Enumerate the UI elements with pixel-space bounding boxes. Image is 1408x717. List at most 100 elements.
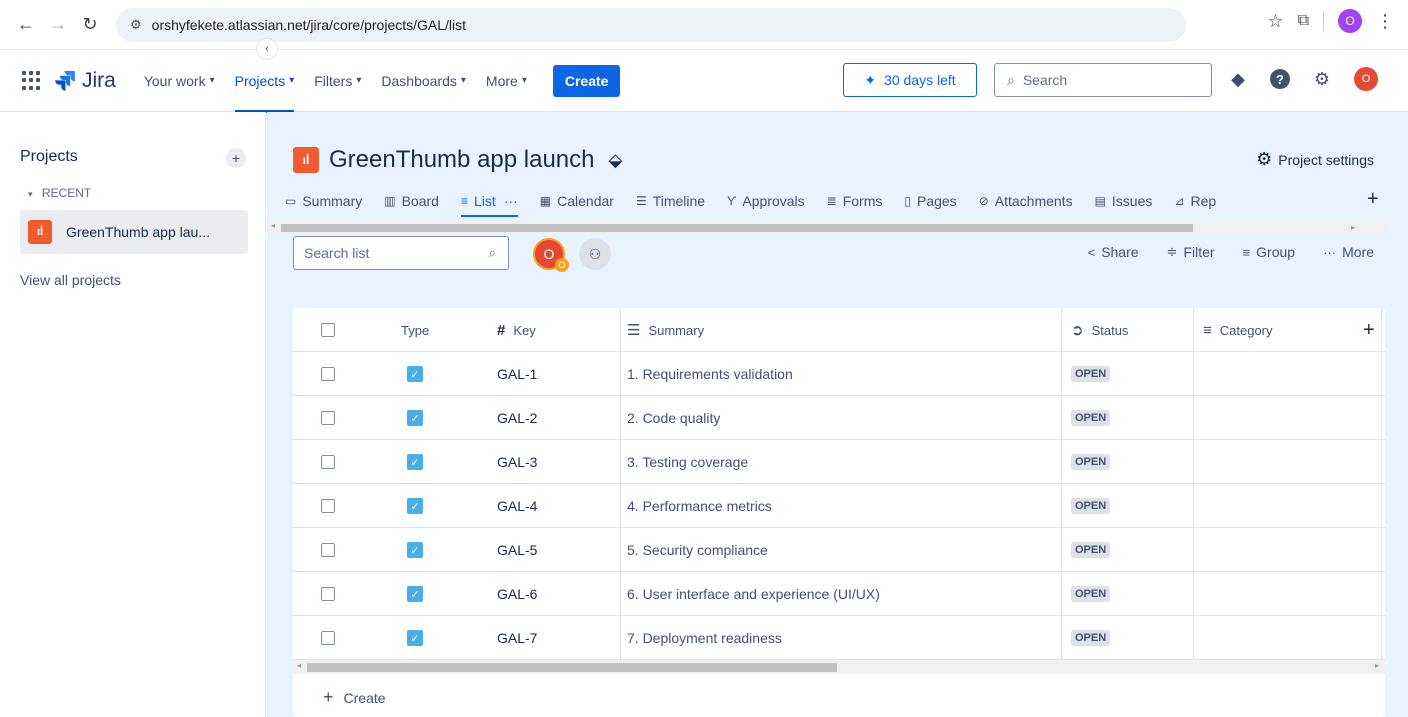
issue-key[interactable]: GAL-3 bbox=[497, 440, 537, 484]
nav-more[interactable]: More ▾ bbox=[486, 50, 527, 112]
global-search-input[interactable]: ⌕ Search bbox=[994, 63, 1212, 97]
add-column-button[interactable]: + bbox=[1363, 308, 1375, 352]
header-status[interactable]: ➲ Status bbox=[1071, 308, 1128, 352]
row-checkbox[interactable] bbox=[321, 587, 335, 601]
tab-attachments[interactable]: ⊘ Attachments bbox=[979, 193, 1073, 209]
scroll-left-icon[interactable]: ◂ bbox=[297, 661, 301, 670]
app-switcher-icon[interactable] bbox=[22, 70, 42, 91]
assignee-avatar-filter[interactable]: O O bbox=[533, 238, 569, 272]
group-button[interactable]: ≡ Group bbox=[1243, 244, 1296, 260]
table-row[interactable]: ✓ GAL-5 5. Security compliance OPEN bbox=[293, 528, 1385, 572]
issue-summary[interactable]: 6. User interface and experience (UI/UX) bbox=[627, 572, 880, 616]
table-row[interactable]: ✓ GAL-4 4. Performance metrics OPEN bbox=[293, 484, 1385, 528]
add-tab-button[interactable]: + bbox=[1367, 188, 1379, 211]
share-button[interactable]: < Share bbox=[1088, 244, 1139, 260]
view-all-projects-link[interactable]: View all projects bbox=[20, 272, 121, 288]
header-summary[interactable]: ☰ Summary bbox=[627, 308, 704, 352]
tabs-scrollbar[interactable]: ◂ ▸ bbox=[267, 221, 1387, 234]
nav-your-work[interactable]: Your work ▾ bbox=[144, 50, 215, 112]
trial-days-button[interactable]: ✦ 30 days left bbox=[843, 63, 977, 97]
issue-key[interactable]: GAL-1 bbox=[497, 352, 537, 396]
extensions-icon[interactable]: ⧉ bbox=[1298, 12, 1309, 30]
issue-summary[interactable]: 4. Performance metrics bbox=[627, 484, 772, 528]
header-type[interactable]: Type bbox=[401, 308, 429, 352]
row-checkbox[interactable] bbox=[321, 543, 335, 557]
issue-summary[interactable]: 7. Deployment readiness bbox=[627, 616, 782, 660]
tab-forms[interactable]: ≣ Forms bbox=[827, 193, 883, 209]
tab-reports[interactable]: ⊿ Rep bbox=[1174, 193, 1216, 209]
notifications-icon[interactable]: ◆ bbox=[1226, 67, 1250, 91]
table-row[interactable]: ✓ GAL-6 6. User interface and experience… bbox=[293, 572, 1385, 616]
issue-key[interactable]: GAL-5 bbox=[497, 528, 537, 572]
tab-board[interactable]: ▥ Board bbox=[384, 193, 439, 209]
issue-summary[interactable]: 1. Requirements validation bbox=[627, 352, 793, 396]
browser-menu-icon[interactable]: ⋮ bbox=[1376, 11, 1394, 32]
status-badge[interactable]: OPEN bbox=[1071, 366, 1111, 382]
row-checkbox[interactable] bbox=[321, 631, 335, 645]
jira-logo[interactable]: Jira bbox=[54, 69, 116, 93]
browser-profile-avatar[interactable]: O bbox=[1338, 9, 1362, 33]
more-button[interactable]: ··· More bbox=[1323, 244, 1374, 260]
collapse-sidebar-button[interactable]: ‹ bbox=[256, 38, 278, 60]
add-people-icon[interactable]: ⚇ bbox=[579, 238, 611, 270]
tabs-scrollbar-thumb[interactable] bbox=[281, 224, 1193, 232]
address-bar[interactable]: ⚙ orshyfekete.atlassian.net/jira/core/pr… bbox=[116, 7, 1186, 42]
create-button[interactable]: Create bbox=[552, 64, 621, 97]
back-icon[interactable]: ← bbox=[12, 11, 40, 39]
tab-summary[interactable]: ▭ Summary bbox=[285, 193, 362, 209]
table-row[interactable]: ✓ GAL-7 7. Deployment readiness OPEN bbox=[293, 616, 1385, 660]
nav-filters[interactable]: Filters ▾ bbox=[314, 50, 361, 112]
row-checkbox[interactable] bbox=[321, 411, 335, 425]
tab-timeline[interactable]: ☰ Timeline bbox=[636, 193, 705, 209]
select-all-checkbox[interactable] bbox=[321, 323, 335, 337]
header-category[interactable]: ≡ Category bbox=[1203, 308, 1273, 352]
settings-gear-icon[interactable]: ⚙ bbox=[1310, 67, 1334, 91]
status-badge[interactable]: OPEN bbox=[1071, 586, 1111, 602]
table-scrollbar-thumb[interactable] bbox=[307, 663, 837, 672]
add-project-button[interactable]: + bbox=[226, 148, 246, 168]
row-checkbox[interactable] bbox=[321, 499, 335, 513]
tab-calendar[interactable]: ▦ Calendar bbox=[540, 193, 614, 209]
row-checkbox[interactable] bbox=[321, 455, 335, 469]
header-key[interactable]: # Key bbox=[497, 308, 536, 352]
table-row[interactable]: ✓ GAL-1 1. Requirements validation OPEN bbox=[293, 352, 1385, 396]
tab-pages[interactable]: ▯ Pages bbox=[904, 193, 956, 209]
issue-summary[interactable]: 2. Code quality bbox=[627, 396, 720, 440]
issue-key[interactable]: GAL-2 bbox=[497, 396, 537, 440]
table-row[interactable]: ✓ GAL-2 2. Code quality OPEN bbox=[293, 396, 1385, 440]
scroll-right-icon[interactable]: ▸ bbox=[1375, 661, 1379, 670]
table-row[interactable]: ✓ GAL-3 3. Testing coverage OPEN bbox=[293, 440, 1385, 484]
project-settings-button[interactable]: ⚙ Project settings bbox=[1256, 149, 1374, 170]
status-badge[interactable]: OPEN bbox=[1071, 542, 1111, 558]
sidebar-item-greenthumb[interactable]: ıİ GreenThumb app lau... bbox=[20, 210, 248, 254]
status-badge[interactable]: OPEN bbox=[1071, 410, 1111, 426]
scroll-left-icon[interactable]: ◂ bbox=[271, 221, 275, 230]
filter-button[interactable]: ≑ Filter bbox=[1167, 244, 1215, 260]
paint-bucket-icon[interactable]: ⬙ bbox=[609, 150, 623, 171]
user-avatar[interactable]: O bbox=[1354, 67, 1378, 91]
site-info-icon[interactable]: ⚙ bbox=[130, 17, 142, 33]
issue-summary[interactable]: 5. Security compliance bbox=[627, 528, 768, 572]
nav-dashboards[interactable]: Dashboards ▾ bbox=[381, 50, 466, 112]
recent-section-toggle[interactable]: ▾ RECENT bbox=[28, 186, 91, 200]
status-badge[interactable]: OPEN bbox=[1071, 630, 1111, 646]
issue-key[interactable]: GAL-4 bbox=[497, 484, 537, 528]
scroll-right-icon[interactable]: ▸ bbox=[1351, 223, 1355, 232]
issue-summary[interactable]: 3. Testing coverage bbox=[627, 440, 748, 484]
create-issue-button[interactable]: + Create bbox=[293, 678, 1385, 717]
issue-key[interactable]: GAL-7 bbox=[497, 616, 537, 660]
tab-approvals[interactable]: Ƴ Approvals bbox=[727, 193, 805, 209]
reload-icon[interactable]: ↻ bbox=[76, 11, 104, 39]
bookmark-star-icon[interactable]: ☆ bbox=[1267, 11, 1283, 32]
tab-issues[interactable]: ▤ Issues bbox=[1095, 193, 1153, 209]
help-icon[interactable]: ? bbox=[1270, 69, 1290, 89]
row-checkbox[interactable] bbox=[321, 367, 335, 381]
tab-list[interactable]: ≡ List ··· bbox=[460, 193, 518, 217]
forward-icon[interactable]: → bbox=[44, 11, 72, 39]
search-list-input[interactable]: Search list ⌕ bbox=[293, 236, 509, 270]
status-badge[interactable]: OPEN bbox=[1071, 498, 1111, 514]
issue-key[interactable]: GAL-6 bbox=[497, 572, 537, 616]
tab-more-icon[interactable]: ··· bbox=[504, 193, 518, 209]
table-scrollbar[interactable]: ◂ ▸ bbox=[293, 660, 1385, 674]
status-badge[interactable]: OPEN bbox=[1071, 454, 1111, 470]
